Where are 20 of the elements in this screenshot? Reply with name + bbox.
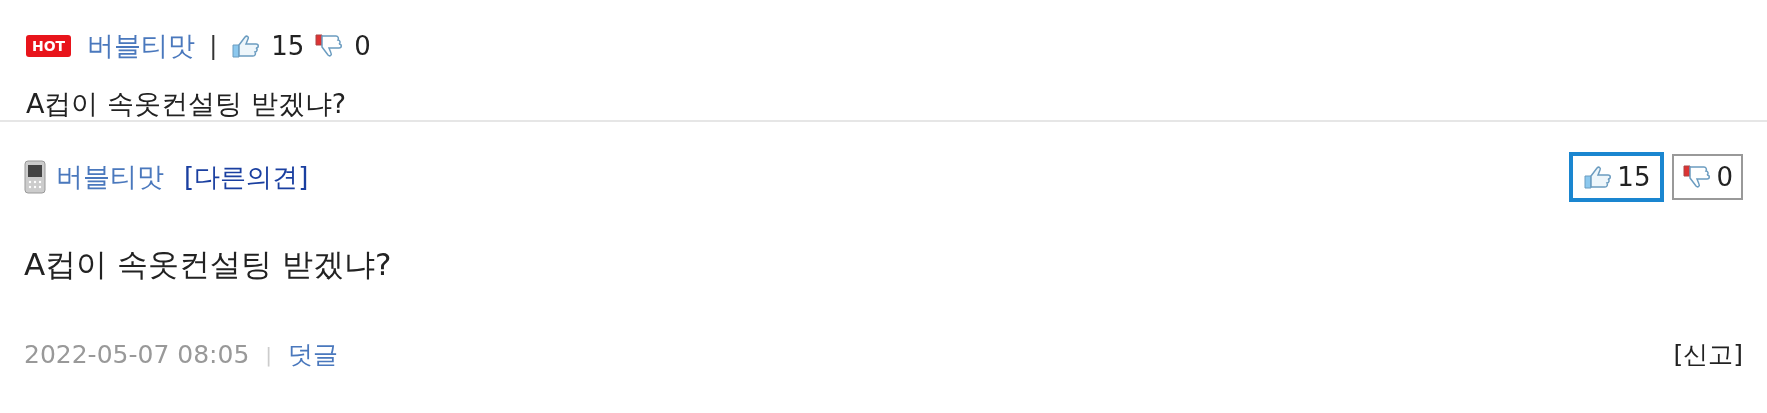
author-name[interactable]: 버블티맛 bbox=[56, 159, 164, 195]
thumbs-down-icon bbox=[1682, 164, 1713, 190]
thumbs-up-icon bbox=[231, 33, 262, 59]
phone-icon bbox=[24, 160, 46, 194]
comment-text: A컵이 속옷컨설팅 받겠냐? bbox=[26, 87, 347, 121]
author-name[interactable]: 버블티맛 bbox=[87, 28, 196, 64]
thumbs-down-icon bbox=[314, 33, 345, 59]
report-link[interactable]: [신고] bbox=[1673, 338, 1743, 371]
separator: | bbox=[209, 32, 218, 60]
dislike-button[interactable]: 0 bbox=[1672, 154, 1743, 200]
opinion-tag: [다른의견] bbox=[184, 159, 309, 195]
comment-text: A컵이 속옷컨설팅 받겠냐? bbox=[24, 245, 393, 284]
comment-date: 2022-05-07 08:05 bbox=[24, 340, 250, 369]
thumbs-up-icon bbox=[1583, 164, 1614, 190]
like-count: 15 bbox=[271, 31, 305, 61]
hot-badge: HOT bbox=[26, 35, 72, 57]
reply-link[interactable]: 덧글 bbox=[288, 338, 339, 371]
separator: | bbox=[265, 342, 273, 367]
dislike-count: 0 bbox=[354, 31, 371, 61]
like-button[interactable]: 15 bbox=[1569, 152, 1665, 202]
